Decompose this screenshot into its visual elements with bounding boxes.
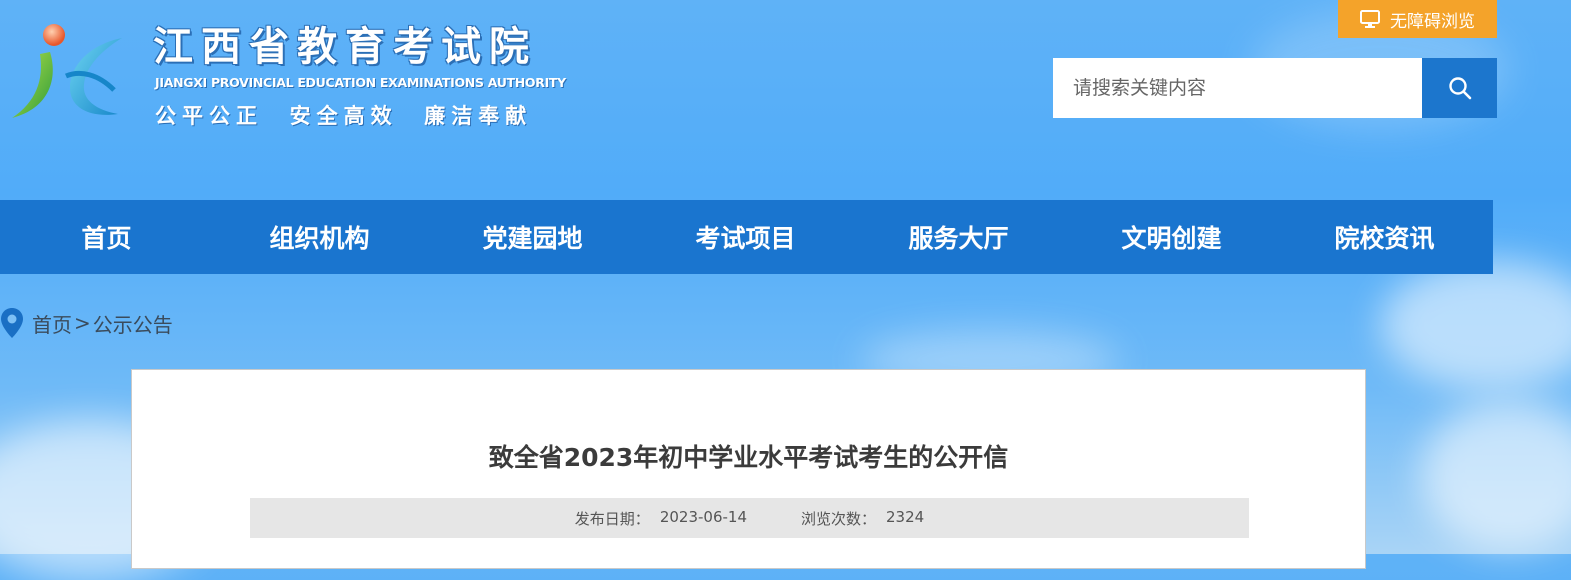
nav-item-school-news[interactable]: 院校资讯: [1278, 219, 1491, 255]
view-count-group: 浏览次数： 2324: [801, 508, 924, 529]
search-button[interactable]: [1422, 58, 1497, 118]
search-box: [1053, 58, 1497, 118]
site-slogan: 公平公正 安全高效 廉洁奉献: [155, 104, 533, 128]
search-input[interactable]: [1053, 58, 1422, 118]
breadcrumb-home-link[interactable]: 首页: [32, 309, 72, 338]
monitor-icon: [1360, 10, 1380, 28]
breadcrumb-separator: >: [74, 311, 91, 335]
breadcrumb-current-link[interactable]: 公示公告: [93, 309, 173, 338]
article-meta-bar: 发布日期： 2023-06-14 浏览次数： 2324: [250, 498, 1249, 538]
nav-item-home[interactable]: 首页: [0, 219, 213, 255]
site-subtitle: JIANGXI PROVINCIAL EDUCATION EXAMINATION…: [155, 75, 566, 90]
article-title: 致全省2023年初中学业水平考试考生的公开信: [488, 443, 1009, 472]
nav-item-exam-projects[interactable]: 考试项目: [639, 219, 852, 255]
article-panel: 致全省2023年初中学业水平考试考生的公开信 发布日期： 2023-06-14 …: [131, 369, 1366, 569]
cloud-decoration: [1380, 260, 1571, 390]
publish-date-label: 发布日期：: [574, 509, 650, 528]
nav-item-service-hall[interactable]: 服务大厅: [852, 219, 1065, 255]
accessibility-button[interactable]: 无障碍浏览: [1338, 0, 1497, 38]
breadcrumb: 首页 > 公示公告: [0, 306, 173, 340]
view-count-label: 浏览次数：: [801, 509, 877, 528]
view-count-value: 2324: [886, 507, 925, 526]
site-logo-icon[interactable]: [6, 18, 128, 128]
site-title: 江西省教育考试院: [153, 24, 537, 70]
location-pin-icon: [1, 308, 23, 338]
nav-item-civilization[interactable]: 文明创建: [1065, 219, 1278, 255]
publish-date-group: 发布日期： 2023-06-14: [575, 508, 747, 529]
accessibility-label: 无障碍浏览: [1390, 11, 1475, 32]
main-nav: 首页 组织机构 党建园地 考试项目 服务大厅 文明创建 院校资讯: [0, 200, 1493, 274]
publish-date-value: 2023-06-14: [659, 507, 747, 526]
search-icon: [1448, 77, 1471, 100]
nav-item-party-building[interactable]: 党建园地: [426, 219, 639, 255]
site-header: 江西省教育考试院 JIANGXI PROVINCIAL EDUCATION EX…: [0, 0, 1571, 200]
cloud-decoration: [1420, 400, 1571, 550]
nav-item-organization[interactable]: 组织机构: [213, 219, 426, 255]
